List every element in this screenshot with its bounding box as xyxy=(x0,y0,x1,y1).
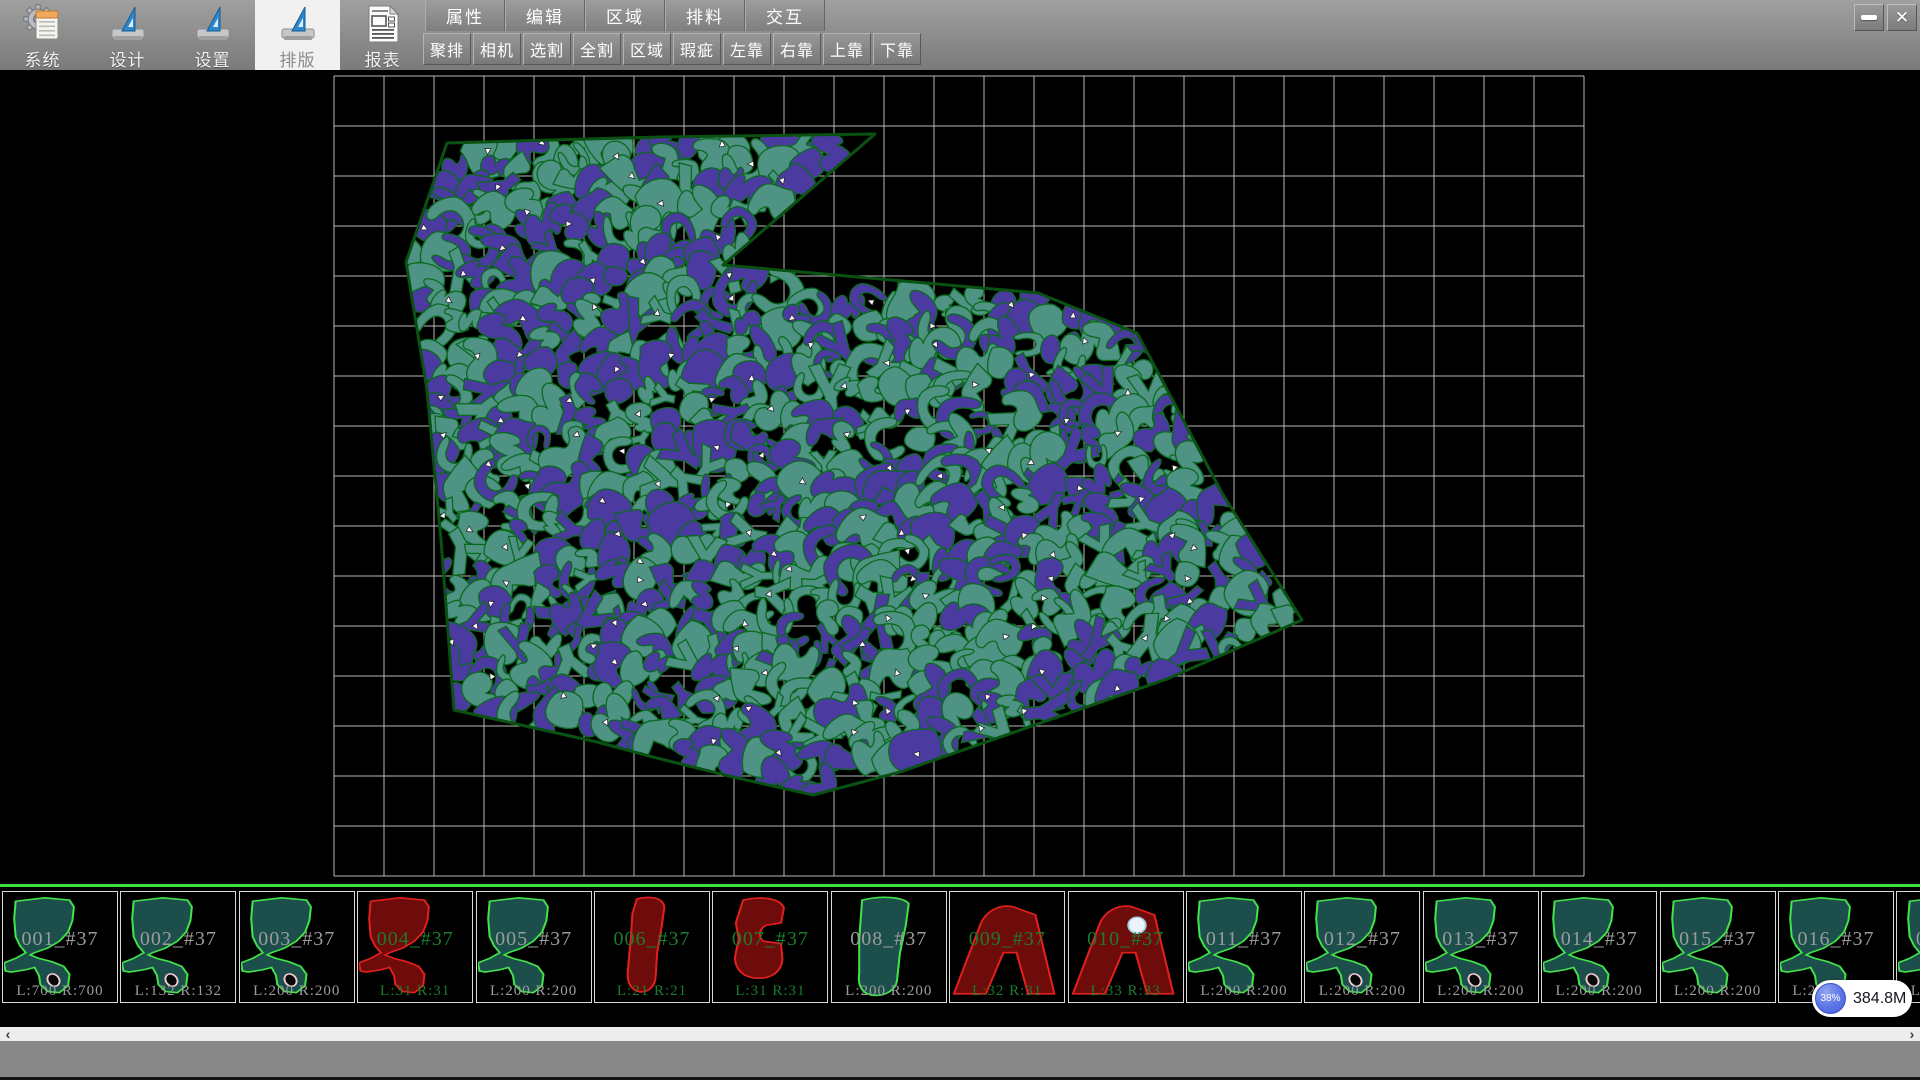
part-shape xyxy=(241,893,353,1001)
part-shape xyxy=(4,893,116,1001)
tool-bar: 聚排相机选割全割区域瑕疵左靠右靠上靠下靠 xyxy=(423,33,921,66)
design-ruler-icon xyxy=(107,3,149,45)
settings-ruler-icon xyxy=(192,3,234,45)
part-thumbnail-014_#37[interactable]: 014_#37L:200 R:200 xyxy=(1541,891,1657,1003)
app-button-label: 设计 xyxy=(110,46,146,71)
part-thumbnail-015_#37[interactable]: 015_#37L:200 R:200 xyxy=(1660,891,1776,1003)
tool-button-4[interactable]: 全割 xyxy=(573,33,621,65)
app-button-label: 系统 xyxy=(25,46,61,71)
minimize-icon xyxy=(1861,15,1877,20)
app-button-label: 排版 xyxy=(280,46,316,71)
part-shape xyxy=(1070,893,1182,1001)
tool-button-2[interactable]: 相机 xyxy=(473,33,521,65)
part-shape xyxy=(714,893,826,1001)
report-doc-icon xyxy=(362,3,404,45)
tool-button-1[interactable]: 聚排 xyxy=(423,33,471,65)
app-button-label: 设置 xyxy=(195,46,231,71)
nesting-ruler-icon xyxy=(277,3,319,45)
part-thumbnail-003_#37[interactable]: 003_#37L:200 R:200 xyxy=(239,891,355,1003)
part-thumbnail-009_#37[interactable]: 009_#37L:32 R:31 xyxy=(949,891,1065,1003)
tool-button-9[interactable]: 上靠 xyxy=(823,33,871,65)
part-shape xyxy=(359,893,471,1001)
app-button-4[interactable]: 排版 xyxy=(255,0,340,70)
memory-size-label: 384.8M xyxy=(1853,980,1906,1017)
part-thumbnail-013_#37[interactable]: 013_#37L:200 R:200 xyxy=(1423,891,1539,1003)
parts-thumbnail-strip: 001_#37L:700 R:700002_#37L:132 R:132003_… xyxy=(0,884,1920,1027)
part-thumbnail-005_#37[interactable]: 005_#37L:200 R:200 xyxy=(476,891,592,1003)
part-shape xyxy=(1543,893,1655,1001)
part-thumbnail-007_#37[interactable]: 007_#37L:31 R:31 xyxy=(712,891,828,1003)
part-thumbnail-004_#37[interactable]: 004_#37L:31 R:31 xyxy=(357,891,473,1003)
application-window: { "window": { "minimize_icon": "minimize… xyxy=(0,0,1920,1080)
part-shape xyxy=(122,893,234,1001)
app-button-group: 系统 设计 设置 排版 报表 xyxy=(0,0,425,70)
system-gear-icon xyxy=(22,3,64,45)
progress-percent-label: 38% xyxy=(1820,993,1840,1004)
memory-progress-pill: 38% 384.8M xyxy=(1812,980,1912,1017)
scroll-right-icon[interactable]: › xyxy=(1904,1027,1920,1041)
window-controls: ✕ xyxy=(1854,4,1917,31)
part-shape xyxy=(1425,893,1537,1001)
part-shape xyxy=(833,893,945,1001)
nesting-canvas[interactable] xyxy=(0,70,1920,884)
top-toolbar: 系统设计设置排版报表 属性编辑区域排料交互 聚排相机选割全割区域瑕疵左靠右靠上靠… xyxy=(0,0,1920,70)
close-icon: ✕ xyxy=(1895,9,1909,26)
part-shape xyxy=(951,893,1063,1001)
menu-item-1[interactable]: 属性 xyxy=(425,0,505,31)
minimize-button[interactable] xyxy=(1854,4,1884,31)
app-button-5[interactable]: 报表 xyxy=(340,0,425,70)
tool-button-3[interactable]: 选割 xyxy=(523,33,571,65)
part-thumbnail-002_#37[interactable]: 002_#37L:132 R:132 xyxy=(120,891,236,1003)
app-button-3[interactable]: 设置 xyxy=(170,0,255,70)
menu-item-2[interactable]: 编辑 xyxy=(505,0,585,31)
menu-item-4[interactable]: 排料 xyxy=(665,0,745,31)
menu-item-5[interactable]: 交互 xyxy=(745,0,825,31)
tool-button-10[interactable]: 下靠 xyxy=(873,33,921,65)
scroll-left-icon[interactable]: ‹ xyxy=(0,1027,16,1041)
app-button-1[interactable]: 系统 xyxy=(0,0,85,70)
close-button[interactable]: ✕ xyxy=(1887,4,1917,31)
app-button-label: 报表 xyxy=(365,46,401,71)
tool-button-6[interactable]: 瑕疵 xyxy=(673,33,721,65)
tool-button-7[interactable]: 左靠 xyxy=(723,33,771,65)
app-button-2[interactable]: 设计 xyxy=(85,0,170,70)
nesting-canvas-svg xyxy=(0,70,1920,884)
part-thumbnail-001_#37[interactable]: 001_#37L:700 R:700 xyxy=(2,891,118,1003)
tool-button-5[interactable]: 区域 xyxy=(623,33,671,65)
part-thumbnail-006_#37[interactable]: 006_#37L:21 R:21 xyxy=(594,891,710,1003)
tool-button-8[interactable]: 右靠 xyxy=(773,33,821,65)
part-shape xyxy=(1662,893,1774,1001)
menu-bar: 属性编辑区域排料交互 xyxy=(425,0,825,31)
part-thumbnail-008_#37[interactable]: 008_#37L:200 R:200 xyxy=(831,891,947,1003)
part-shape xyxy=(1188,893,1300,1001)
part-shape xyxy=(596,893,708,1001)
part-shape xyxy=(1306,893,1418,1001)
progress-percent-badge: 38% xyxy=(1815,983,1846,1014)
status-bar xyxy=(0,1041,1920,1080)
menu-item-3[interactable]: 区域 xyxy=(585,0,665,31)
horizontal-scrollbar[interactable]: ‹ › xyxy=(0,1027,1920,1041)
part-thumbnail-012_#37[interactable]: 012_#37L:200 R:200 xyxy=(1304,891,1420,1003)
part-thumbnail-010_#37[interactable]: 010_#37L:33 R:33 xyxy=(1068,891,1184,1003)
part-thumbnail-011_#37[interactable]: 011_#37L:200 R:200 xyxy=(1186,891,1302,1003)
part-shape xyxy=(478,893,590,1001)
